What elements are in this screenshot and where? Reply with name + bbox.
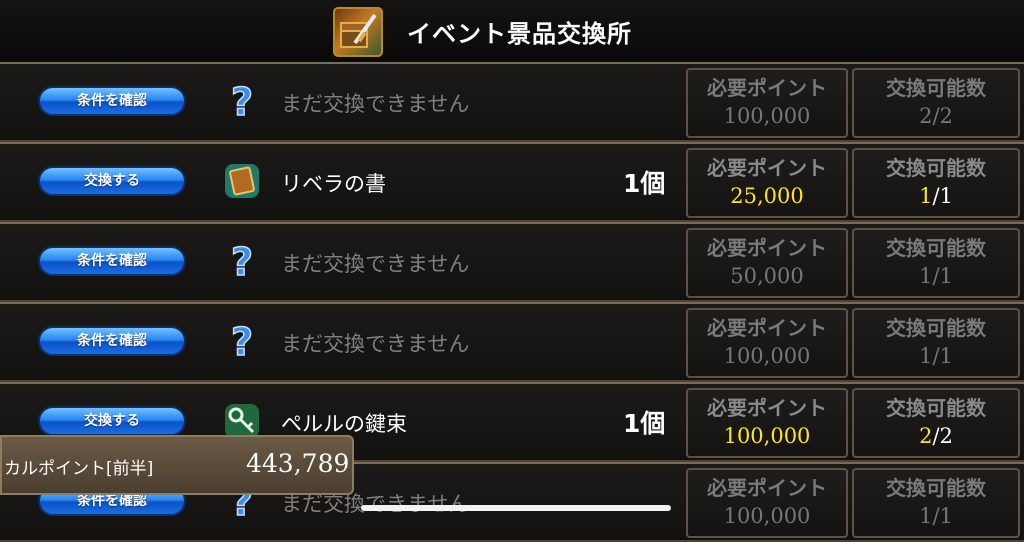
count-total: /2: [932, 104, 953, 128]
required-points-cell: 必要ポイント 25,000: [686, 148, 848, 218]
exchange-count-value: 1/1: [854, 184, 1018, 208]
count-have: 1: [919, 264, 933, 288]
exchange-count-value: 1/1: [854, 264, 1018, 288]
required-points-value: 100,000: [723, 104, 811, 128]
count-have: 1: [919, 504, 933, 528]
treasure-chest-sword-icon: [333, 7, 383, 57]
check-conditions-button[interactable]: 条件を確認: [38, 326, 186, 356]
check-conditions-button[interactable]: 条件を確認: [38, 86, 186, 116]
required-points-value: 100,000: [723, 344, 811, 368]
total-points-panel: カルポイント[前半] 443,789: [0, 435, 354, 495]
total-points-label: カルポイント[前半]: [4, 459, 154, 479]
count-total: /1: [932, 504, 953, 528]
question-icon: ?: [222, 81, 262, 121]
page-title: イベント景品交換所: [407, 20, 632, 48]
item-name: リベラの書: [281, 172, 386, 196]
item-quantity: 1個: [623, 409, 666, 438]
required-points-label: 必要ポイント: [707, 316, 827, 340]
exchange-count-cell: 交換可能数 2/2: [852, 68, 1020, 138]
required-points-label: 必要ポイント: [707, 236, 827, 260]
exchange-count-value: 2/2: [854, 424, 1018, 448]
header-bar: イベント景品交換所: [0, 0, 1024, 62]
exchange-count-cell: 交換可能数 1/1: [852, 468, 1020, 538]
svg-text:?: ?: [231, 82, 253, 120]
exchange-count-label: 交換可能数: [886, 396, 986, 420]
count-total: /1: [932, 264, 953, 288]
exchange-count-label: 交換可能数: [886, 316, 986, 340]
item-quantity: 1個: [623, 169, 666, 198]
count-total: /1: [932, 344, 953, 368]
required-points-cell: 必要ポイント 100,000: [686, 308, 848, 378]
exchange-button[interactable]: 交換する: [38, 406, 186, 436]
item-name: まだ交換できません: [281, 252, 470, 276]
exchange-count-value: 1/1: [854, 504, 1018, 528]
exchange-row: 条件を確認 ? まだ交換できません 必要ポイント 50,000 交換可能数 1/…: [0, 222, 1024, 302]
exchange-count-value: 1/1: [854, 344, 1018, 368]
required-points-value: 100,000: [723, 424, 811, 448]
item-name: まだ交換できません: [281, 332, 470, 356]
exchange-count-label: 交換可能数: [886, 476, 986, 500]
exchange-count-label: 交換可能数: [886, 156, 986, 180]
count-total: /2: [932, 424, 953, 448]
exchange-row: 条件を確認 ? まだ交換できません 必要ポイント 100,000 交換可能数 1…: [0, 302, 1024, 382]
required-points-cell: 必要ポイント 50,000: [686, 228, 848, 298]
required-points-value: 50,000: [730, 264, 804, 288]
exchange-count-cell: 交換可能数 1/1: [852, 148, 1020, 218]
count-have: 1: [919, 344, 933, 368]
exchange-count-cell: 交換可能数 2/2: [852, 388, 1020, 458]
required-points-value: 100,000: [723, 504, 811, 528]
svg-text:?: ?: [231, 322, 253, 360]
required-points-label: 必要ポイント: [707, 76, 827, 100]
count-have: 2: [919, 424, 933, 448]
count-have: 2: [919, 104, 933, 128]
exchange-button[interactable]: 交換する: [38, 166, 186, 196]
exchange-count-label: 交換可能数: [886, 236, 986, 260]
required-points-cell: 必要ポイント 100,000: [686, 68, 848, 138]
exchange-count-cell: 交換可能数 1/1: [852, 228, 1020, 298]
required-points-label: 必要ポイント: [707, 396, 827, 420]
count-have: 1: [919, 184, 933, 208]
required-points-label: 必要ポイント: [707, 476, 827, 500]
check-conditions-button[interactable]: 条件を確認: [38, 246, 186, 276]
exchange-row: 条件を確認 ? まだ交換できません 必要ポイント 100,000 交換可能数 2…: [0, 62, 1024, 142]
count-total: /1: [932, 184, 953, 208]
required-points-value: 25,000: [730, 184, 804, 208]
question-icon: ?: [222, 321, 262, 361]
required-points-label: 必要ポイント: [707, 156, 827, 180]
required-points-cell: 必要ポイント 100,000: [686, 388, 848, 458]
exchange-count-cell: 交換可能数 1/1: [852, 308, 1020, 378]
question-icon: ?: [222, 241, 262, 281]
required-points-cell: 必要ポイント 100,000: [686, 468, 848, 538]
home-indicator[interactable]: [361, 505, 671, 511]
item-name: ペルルの鍵束: [281, 412, 407, 436]
exchange-row: 交換する リベラの書 1個 必要ポイント 25,000 交換可能数 1/1: [0, 142, 1024, 222]
book-icon: [222, 161, 262, 201]
total-points-value: 443,789: [246, 449, 350, 478]
exchange-count-value: 2/2: [854, 104, 1018, 128]
item-name: まだ交換できません: [281, 92, 470, 116]
svg-text:?: ?: [231, 242, 253, 280]
exchange-count-label: 交換可能数: [886, 76, 986, 100]
